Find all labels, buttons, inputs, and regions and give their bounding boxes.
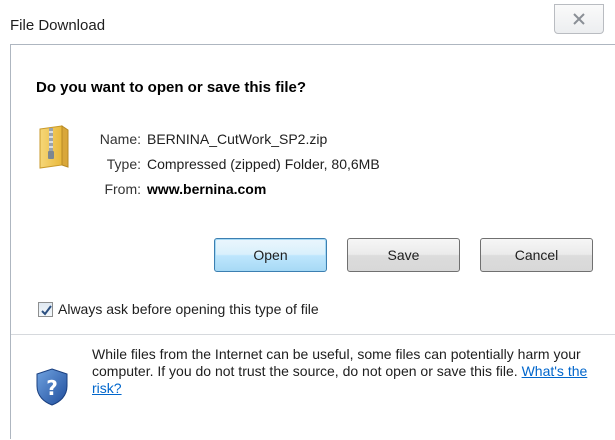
svg-text:?: ? [46,376,58,400]
close-icon [573,13,585,25]
window-title: File Download [10,17,106,34]
file-source-label: From: [104,181,141,197]
cancel-button[interactable]: Cancel [480,238,593,272]
file-download-dialog: File Download Do you want to open or sav… [0,0,615,440]
always-ask-label: Always ask before opening this type of f… [58,301,319,317]
security-warning-panel: ? While files from the Internet can be u… [11,335,615,440]
dialog-question: Do you want to open or save this file? [36,79,307,96]
file-type-value: Compressed (zipped) Folder, 80,6MB [147,156,380,172]
open-button[interactable]: Open [214,238,327,272]
file-source-value: www.bernina.com [147,181,267,197]
shield-question-icon: ? [36,368,68,406]
always-ask-checkbox[interactable] [38,302,53,317]
zip-folder-icon [39,125,69,169]
file-type-label: Type: [106,156,141,172]
checkmark-icon [41,305,52,316]
title-bar[interactable]: File Download [0,0,615,40]
dialog-content: Do you want to open or save this file? N… [10,44,615,440]
warning-message: While files from the Internet can be use… [92,346,581,379]
file-name-label: Name: [99,131,141,147]
security-warning-text: While files from the Internet can be use… [92,346,607,397]
file-name-value: BERNINA_CutWork_SP2.zip [147,131,328,147]
close-button[interactable] [554,4,604,34]
save-button[interactable]: Save [347,238,460,272]
